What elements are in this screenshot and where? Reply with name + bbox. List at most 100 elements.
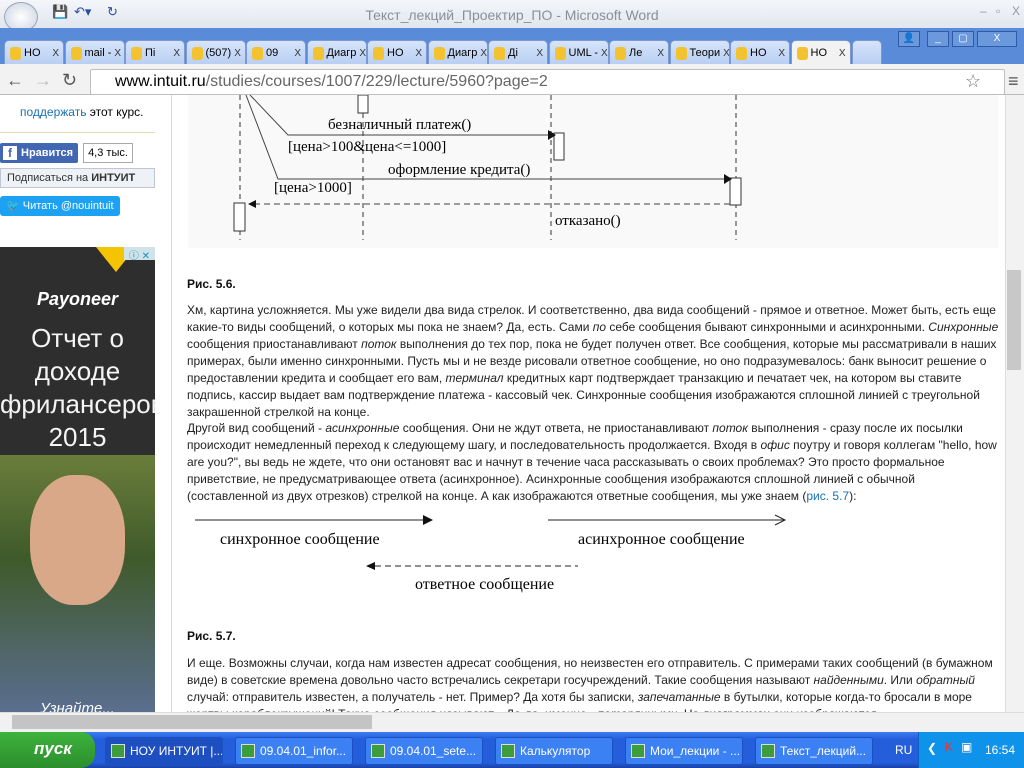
ad-line: 2015 — [48, 422, 107, 452]
back-button[interactable]: ← — [6, 70, 24, 91]
ad-line: доходе — [34, 356, 121, 386]
tab-label: НО — [750, 47, 767, 59]
new-tab-button[interactable] — [852, 40, 882, 65]
vertical-scrollbar[interactable] — [1005, 95, 1024, 712]
vertical-scroll-thumb[interactable] — [1007, 270, 1021, 370]
tab-close-icon[interactable]: X — [294, 48, 301, 59]
browser-tab[interactable]: Диагр X — [306, 40, 367, 65]
twitter-label: Читать @nouintuit — [22, 200, 114, 212]
minimize-button[interactable]: _ — [927, 31, 949, 47]
tray-expand-icon[interactable]: ❮ — [927, 741, 937, 755]
text-run: ): — [849, 489, 857, 503]
tab-favicon-icon — [252, 46, 263, 60]
support-link[interactable]: поддержать — [20, 105, 86, 119]
browser-tab[interactable]: Ді X — [488, 40, 548, 65]
reload-button[interactable]: ↻ — [62, 70, 77, 91]
figure-caption: Рис. 5.7. — [187, 629, 236, 643]
figure-link[interactable]: рис. 5.7 — [806, 489, 849, 503]
subscribe-button[interactable]: Подписаться на ИНТУИТ — [0, 168, 155, 188]
address-bar[interactable]: www.intuit.ru/studies/courses/1007/229/l… — [90, 69, 1005, 95]
tab-favicon-icon — [433, 46, 445, 60]
sequence-diagram: безналичный платеж() [цена>100&цена<=100… — [233, 95, 742, 240]
taskbar-item[interactable]: 09.04.01_infor... — [235, 737, 353, 765]
language-indicator[interactable]: RU — [895, 743, 912, 757]
taskbar-item[interactable]: Текст_лекций... — [755, 737, 873, 765]
close-window-button[interactable]: X — [977, 31, 1017, 47]
browser-tab[interactable]: (507) X — [185, 40, 246, 65]
support-suffix: этот курс. — [86, 105, 144, 119]
tab-label: UML - — [568, 47, 599, 59]
twitter-follow-button[interactable]: 🐦 Читать @nouintuit — [0, 196, 120, 216]
facebook-like-button[interactable]: f Нравится — [0, 143, 78, 163]
tab-close-icon[interactable]: X — [234, 48, 241, 59]
tab-close-icon[interactable]: X — [415, 48, 422, 59]
browser-tab[interactable]: НО X — [367, 40, 427, 65]
paragraph: И еще. Возможны случаи, когда нам извест… — [187, 655, 999, 712]
start-button[interactable]: пуск — [0, 732, 95, 768]
bookmark-star-icon[interactable]: ☆ — [965, 71, 981, 92]
word-close-button[interactable]: X — [1012, 4, 1020, 18]
tab-label: mail - — [84, 47, 112, 59]
guard-label: [цена>100&цена<=1000] — [288, 139, 446, 155]
tab-close-icon[interactable]: X — [657, 48, 664, 59]
facebook-icon: f — [3, 146, 17, 160]
figure-5-6: безналичный платеж() [цена>100&цена<=100… — [188, 95, 998, 248]
network-icon[interactable]: ▣ — [961, 740, 972, 754]
horizontal-scroll-thumb[interactable] — [12, 715, 372, 729]
tab-close-icon[interactable]: X — [839, 48, 846, 59]
tab-close-icon[interactable]: X — [173, 48, 180, 59]
tab-close-icon[interactable]: X — [480, 48, 486, 59]
text-run: . Или — [883, 673, 917, 687]
app-icon — [241, 744, 255, 758]
tab-favicon-icon — [10, 46, 21, 60]
browser-tab[interactable]: НО X — [790, 40, 851, 65]
taskbar-item[interactable]: НОУ ИНТУИТ |... — [105, 737, 223, 765]
tab-close-icon[interactable]: X — [359, 48, 365, 59]
profile-button[interactable]: 👤 — [898, 31, 920, 47]
taskbar-item-label: Мои_лекции - ... — [650, 744, 741, 758]
browser-tab[interactable]: Диагр X — [427, 40, 488, 65]
tab-label: Ді — [508, 47, 518, 59]
menu-icon[interactable]: ≡ — [1008, 71, 1019, 92]
browser-tab[interactable]: Пі X — [125, 40, 185, 65]
reply-label: ответное сообщение — [415, 576, 554, 593]
like-label: Нравится — [21, 147, 74, 159]
tab-close-icon[interactable]: X — [601, 48, 607, 59]
ad-info-icon[interactable]: ⓘ ✕ — [124, 247, 155, 262]
tab-close-icon[interactable]: X — [52, 48, 59, 59]
app-icon — [501, 744, 515, 758]
app-icon — [111, 744, 125, 758]
emphasis: обратный — [916, 673, 975, 687]
browser-tab[interactable]: 09 X — [246, 40, 306, 65]
tab-favicon-icon — [494, 46, 505, 60]
start-label: пуск — [34, 739, 72, 758]
browser-tab[interactable]: mail -X — [64, 40, 125, 65]
figure-caption: Рис. 5.6. — [187, 277, 236, 291]
taskbar-item[interactable]: Калькулятор — [495, 737, 613, 765]
word-restore-button[interactable]: ▫ — [996, 4, 1000, 18]
browser-tab[interactable]: НО X — [4, 40, 64, 65]
browser-tab[interactable]: Теори X — [669, 40, 730, 65]
browser-tab[interactable]: Ле X — [609, 40, 669, 65]
tab-favicon-icon — [615, 46, 626, 60]
antivirus-icon[interactable]: K — [945, 740, 953, 754]
guard-label: [цена>1000] — [274, 180, 352, 196]
tab-close-icon[interactable]: X — [778, 48, 785, 59]
maximize-button[interactable]: ▢ — [952, 31, 974, 47]
taskbar-item[interactable]: 09.04.01_sete... — [365, 737, 483, 765]
forward-button[interactable]: → — [34, 70, 52, 91]
tab-favicon-icon — [796, 46, 808, 60]
tab-label: Теори — [689, 47, 721, 59]
message-label: безналичный платеж() — [328, 117, 471, 133]
face-shape — [30, 475, 125, 605]
taskbar-item[interactable]: Мои_лекции - ... — [625, 737, 743, 765]
browser-tab[interactable]: НО X — [730, 40, 790, 65]
tab-favicon-icon — [675, 46, 687, 60]
word-minimize-button[interactable]: – — [980, 4, 987, 18]
tab-close-icon[interactable]: X — [536, 48, 543, 59]
tab-close-icon[interactable]: X — [723, 48, 728, 59]
tab-close-icon[interactable]: X — [114, 48, 121, 59]
browser-tab[interactable]: UML -X — [548, 40, 609, 65]
url-host: www.intuit.ru — [115, 73, 206, 90]
tab-label: Пі — [145, 47, 156, 59]
